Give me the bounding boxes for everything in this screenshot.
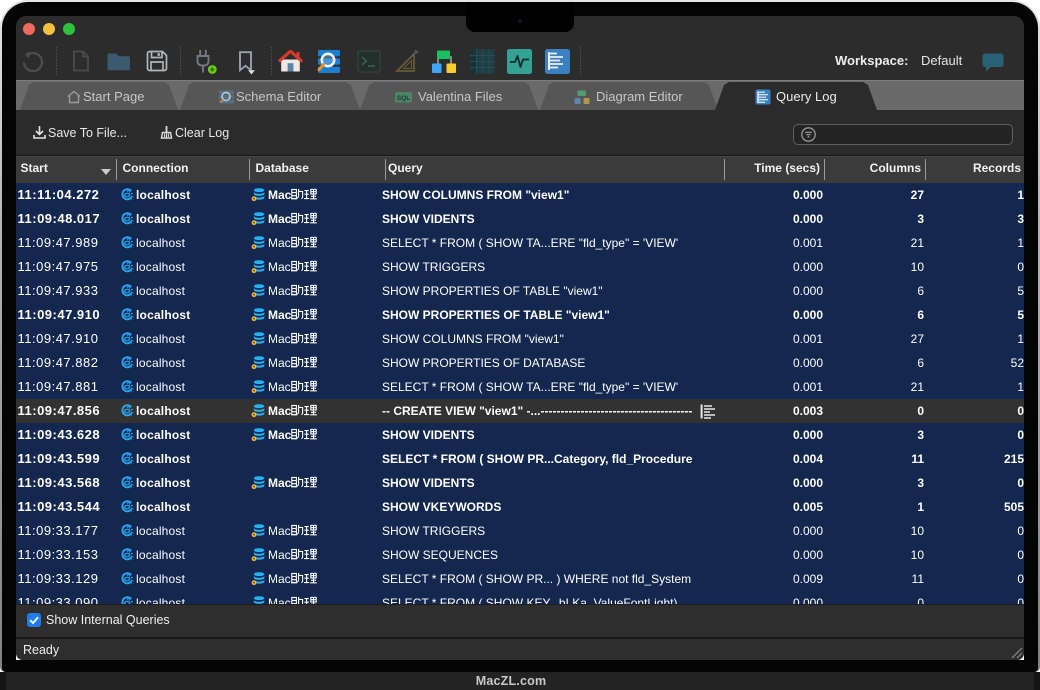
svg-text:SQL: SQL <box>397 95 410 102</box>
